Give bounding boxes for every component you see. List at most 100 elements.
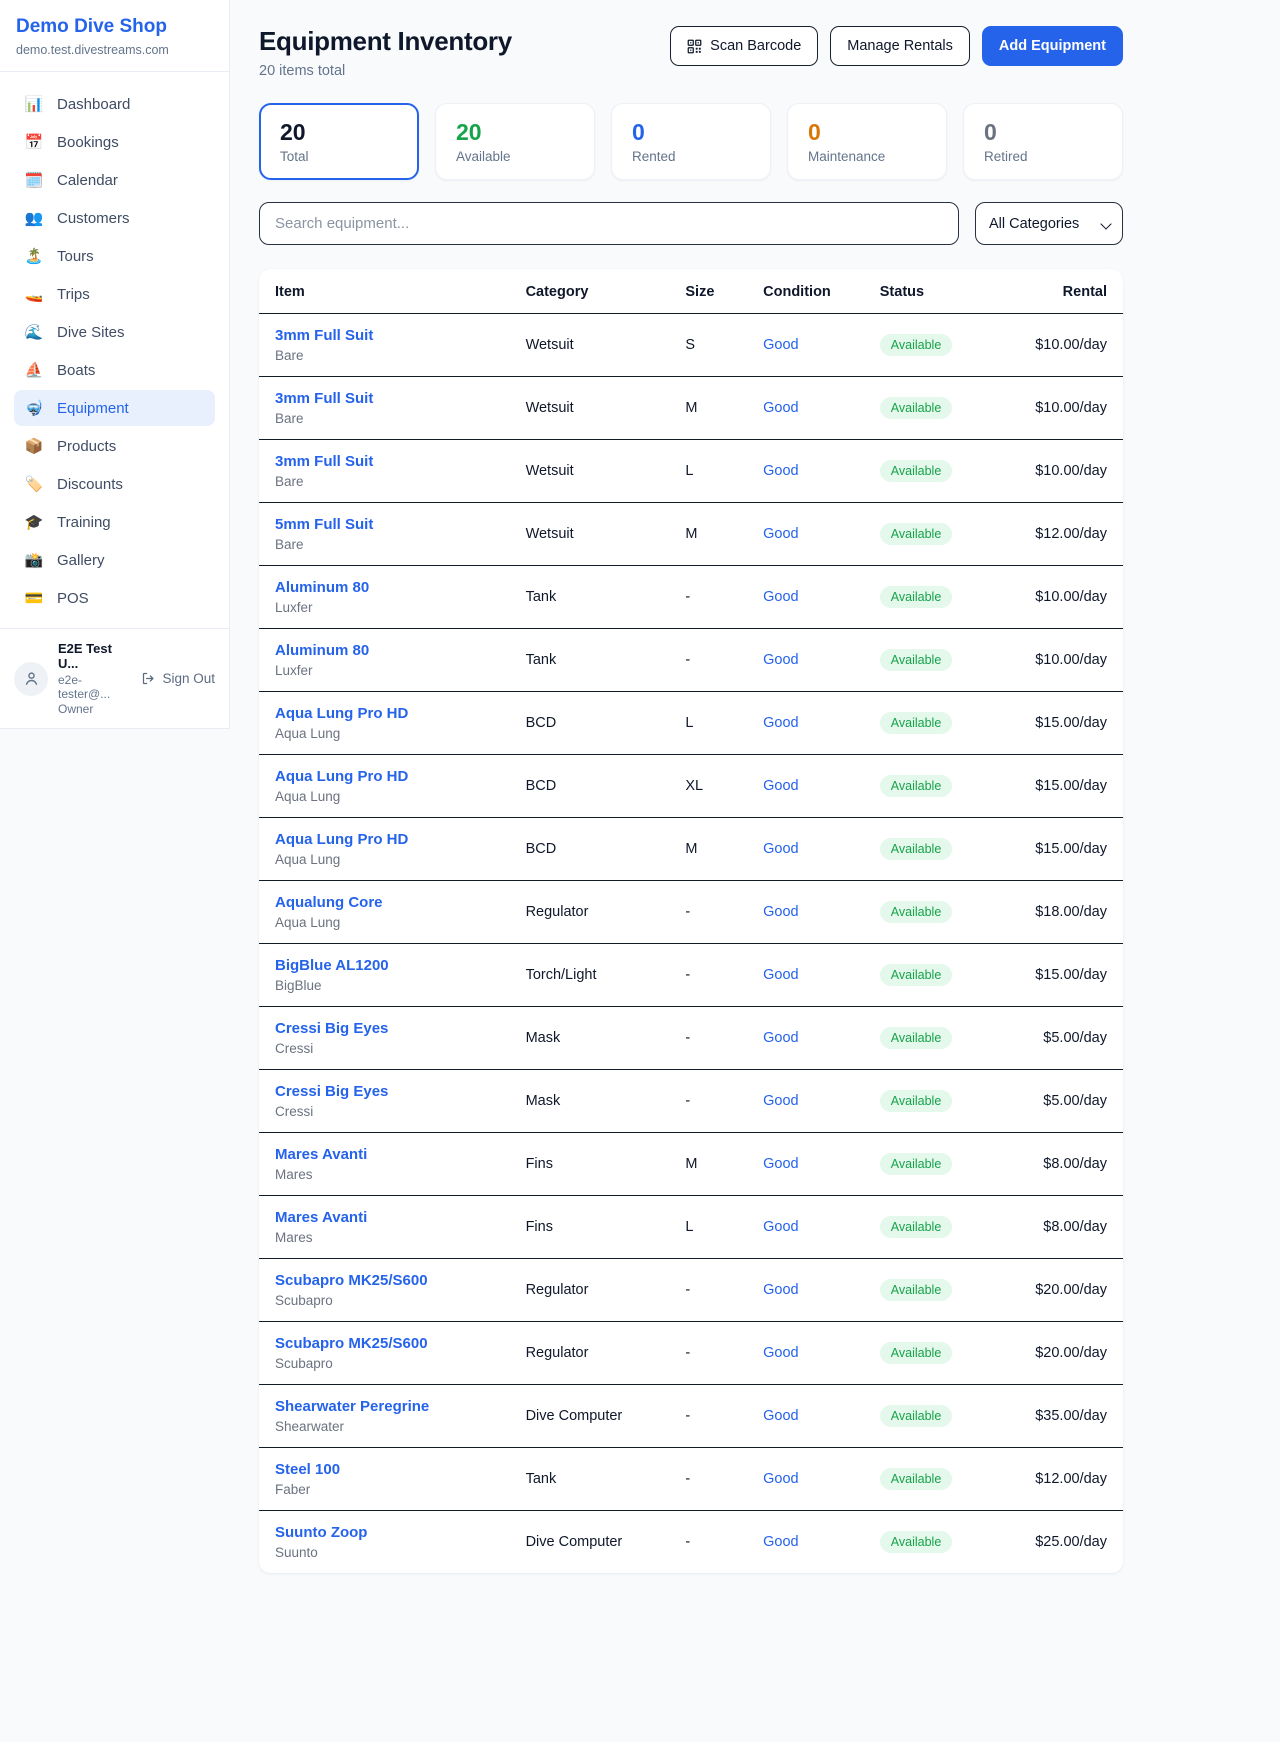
- tours-icon: 🏝️: [24, 247, 44, 265]
- category-select[interactable]: All Categories: [975, 202, 1123, 245]
- sidebar-item-tours[interactable]: 🏝️ Tours: [14, 238, 215, 274]
- manage-rentals-button[interactable]: Manage Rentals: [830, 26, 970, 66]
- item-name-link[interactable]: Suunto Zoop: [275, 1524, 494, 1541]
- stat-card-available[interactable]: 20Available: [435, 103, 595, 180]
- stat-label: Rented: [632, 149, 750, 164]
- item-category: Regulator: [510, 1259, 670, 1322]
- item-condition-link[interactable]: Good: [763, 778, 798, 794]
- status-badge: Available: [880, 1216, 953, 1238]
- sidebar-item-pos[interactable]: 💳POS: [14, 580, 215, 616]
- stat-label: Retired: [984, 149, 1102, 164]
- status-badge: Available: [880, 460, 953, 482]
- item-name-link[interactable]: Aluminum 80: [275, 642, 494, 659]
- item-name-link[interactable]: Aqua Lung Pro HD: [275, 831, 494, 848]
- item-name-link[interactable]: Shearwater Peregrine: [275, 1398, 494, 1415]
- item-name-link[interactable]: Steel 100: [275, 1461, 494, 1478]
- item-condition-link[interactable]: Good: [763, 1156, 798, 1172]
- item-condition-link[interactable]: Good: [763, 1282, 798, 1298]
- sidebar-item-customers[interactable]: 👥Customers: [14, 200, 215, 236]
- item-condition-link[interactable]: Good: [763, 463, 798, 479]
- item-name-link[interactable]: Cressi Big Eyes: [275, 1083, 494, 1100]
- item-name-link[interactable]: Scubapro MK25/S600: [275, 1272, 494, 1289]
- item-name-link[interactable]: 3mm Full Suit: [275, 390, 494, 407]
- item-name-link[interactable]: Cressi Big Eyes: [275, 1020, 494, 1037]
- item-name-link[interactable]: 3mm Full Suit: [275, 327, 494, 344]
- table-row: Aqualung CoreAqua LungRegulator-GoodAvai…: [259, 881, 1123, 944]
- item-name-link[interactable]: Aqualung Core: [275, 894, 494, 911]
- stat-label: Maintenance: [808, 149, 926, 164]
- sidebar: Demo Dive Shop demo.test.divestreams.com…: [0, 0, 230, 729]
- sidebar-item-dashboard[interactable]: 📊Dashboard: [14, 86, 215, 122]
- item-condition-link[interactable]: Good: [763, 904, 798, 920]
- sidebar-item-dive-sites[interactable]: 🌊Dive Sites: [14, 314, 215, 350]
- stat-card-maintenance[interactable]: 0Maintenance: [787, 103, 947, 180]
- item-condition-link[interactable]: Good: [763, 1471, 798, 1487]
- search-input[interactable]: [259, 202, 959, 245]
- sidebar-item-equipment[interactable]: 🤿Equipment: [14, 390, 215, 426]
- item-name-link[interactable]: 3mm Full Suit: [275, 453, 494, 470]
- shop-name[interactable]: Demo Dive Shop: [16, 16, 213, 38]
- item-size: M: [669, 818, 747, 881]
- item-condition-link[interactable]: Good: [763, 1093, 798, 1109]
- item-condition-link[interactable]: Good: [763, 1345, 798, 1361]
- sidebar-item-discounts[interactable]: 🏷️Discounts: [14, 466, 215, 502]
- item-condition-link[interactable]: Good: [763, 967, 798, 983]
- add-equipment-button[interactable]: Add Equipment: [982, 26, 1123, 66]
- sidebar-item-training[interactable]: 🎓Training: [14, 504, 215, 540]
- item-name-link[interactable]: Mares Avanti: [275, 1146, 494, 1163]
- sidebar-item-products[interactable]: 📦Products: [14, 428, 215, 464]
- customers-icon: 👥: [24, 209, 44, 227]
- item-condition-link[interactable]: Good: [763, 841, 798, 857]
- shop-domain: demo.test.divestreams.com: [16, 43, 213, 57]
- item-name-link[interactable]: 5mm Full Suit: [275, 516, 494, 533]
- item-brand: Aqua Lung: [275, 789, 494, 804]
- stat-card-retired[interactable]: 0Retired: [963, 103, 1123, 180]
- sidebar-item-boats[interactable]: ⛵Boats: [14, 352, 215, 388]
- item-name-link[interactable]: Scubapro MK25/S600: [275, 1335, 494, 1352]
- stat-card-total[interactable]: 20 Total: [259, 103, 419, 180]
- person-icon: [23, 670, 40, 687]
- item-condition-link[interactable]: Good: [763, 715, 798, 731]
- stat-label: Total: [280, 149, 398, 164]
- table-row: Cressi Big EyesCressiMask-GoodAvailable$…: [259, 1070, 1123, 1133]
- sidebar-item-trips[interactable]: 🚤Trips: [14, 276, 215, 312]
- item-condition-link[interactable]: Good: [763, 1219, 798, 1235]
- item-category: Dive Computer: [510, 1385, 670, 1448]
- bookings-icon: 📅: [24, 133, 44, 151]
- stat-value: 20: [280, 119, 398, 146]
- scan-barcode-button[interactable]: Scan Barcode: [670, 26, 818, 66]
- item-brand: BigBlue: [275, 978, 494, 993]
- item-condition-link[interactable]: Good: [763, 1030, 798, 1046]
- item-condition-link[interactable]: Good: [763, 526, 798, 542]
- status-badge: Available: [880, 838, 953, 860]
- category-select-wrap: All Categories: [975, 202, 1123, 245]
- item-size: M: [669, 503, 747, 566]
- item-condition-link[interactable]: Good: [763, 337, 798, 353]
- item-condition-link[interactable]: Good: [763, 589, 798, 605]
- table-row: 3mm Full SuitBareWetsuitLGoodAvailable$1…: [259, 440, 1123, 503]
- sign-out-button[interactable]: Sign Out: [141, 671, 215, 686]
- item-name-link[interactable]: Mares Avanti: [275, 1209, 494, 1226]
- stat-card-rented[interactable]: 0 Rented: [611, 103, 771, 180]
- sidebar-item-label: Gallery: [57, 552, 105, 569]
- sidebar-item-label: Tours: [57, 248, 94, 265]
- item-rental-price: $15.00/day: [993, 692, 1123, 755]
- sidebar-item-bookings[interactable]: 📅Bookings: [14, 124, 215, 160]
- add-equipment-label: Add Equipment: [999, 38, 1106, 54]
- item-brand: Shearwater: [275, 1419, 494, 1434]
- item-condition-link[interactable]: Good: [763, 400, 798, 416]
- item-condition-link[interactable]: Good: [763, 1408, 798, 1424]
- item-brand: Mares: [275, 1167, 494, 1182]
- item-name-link[interactable]: Aqua Lung Pro HD: [275, 705, 494, 722]
- sidebar-item-gallery[interactable]: 📸Gallery: [14, 542, 215, 578]
- item-name-link[interactable]: BigBlue AL1200: [275, 957, 494, 974]
- table-row: Cressi Big EyesCressiMask-GoodAvailable$…: [259, 1007, 1123, 1070]
- item-name-link[interactable]: Aluminum 80: [275, 579, 494, 596]
- sign-out-label: Sign Out: [162, 671, 215, 686]
- stat-value: 0: [632, 119, 750, 146]
- item-category: Tank: [510, 1448, 670, 1511]
- item-condition-link[interactable]: Good: [763, 1534, 798, 1550]
- sidebar-item-calendar[interactable]: 🗓️Calendar: [14, 162, 215, 198]
- item-condition-link[interactable]: Good: [763, 652, 798, 668]
- item-name-link[interactable]: Aqua Lung Pro HD: [275, 768, 494, 785]
